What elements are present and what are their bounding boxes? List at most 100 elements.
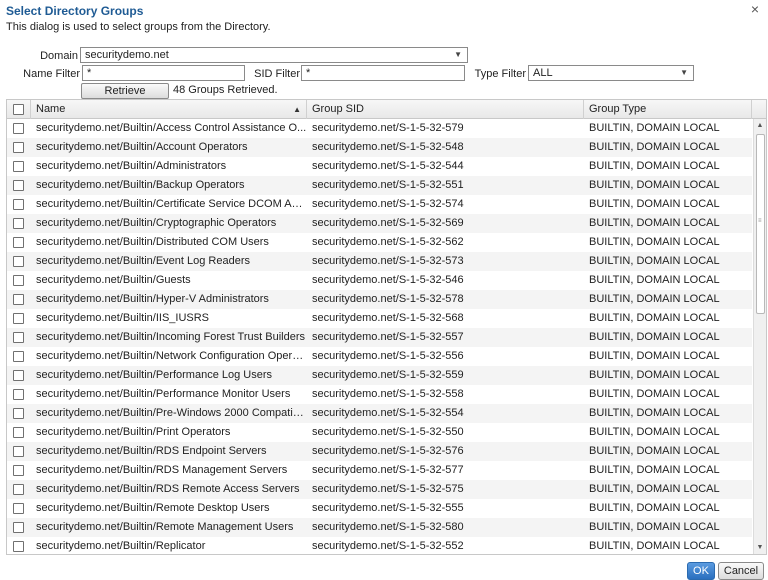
table-row[interactable]: securitydemo.net/Builtin/Remote Manageme…	[7, 518, 752, 537]
retrieved-status: 48 Groups Retrieved.	[173, 84, 278, 96]
sid-filter-input[interactable]: *	[301, 65, 465, 81]
group-name-cell: securitydemo.net/Builtin/Cryptographic O…	[36, 217, 277, 229]
group-sid-cell: securitydemo.net/S-1-5-32-556	[312, 350, 464, 362]
table-row[interactable]: securitydemo.net/Builtin/RDS Endpoint Se…	[7, 442, 752, 461]
table-row[interactable]: securitydemo.net/Builtin/Event Log Reade…	[7, 252, 752, 271]
table-body: securitydemo.net/Builtin/Access Control …	[7, 119, 752, 554]
row-checkbox[interactable]	[13, 503, 24, 514]
group-name-cell: securitydemo.net/Builtin/Network Configu…	[36, 350, 307, 362]
table-row[interactable]: securitydemo.net/Builtin/Access Control …	[7, 119, 752, 138]
scroll-down-icon[interactable]: ▼	[754, 542, 766, 554]
group-sid-cell: securitydemo.net/S-1-5-32-559	[312, 369, 464, 381]
group-name-cell: securitydemo.net/Builtin/Remote Manageme…	[36, 521, 294, 533]
table-row[interactable]: securitydemo.net/Builtin/RDS Remote Acce…	[7, 480, 752, 499]
row-checkbox[interactable]	[13, 484, 24, 495]
group-sid-cell: securitydemo.net/S-1-5-32-576	[312, 445, 464, 457]
domain-value: securitydemo.net	[85, 49, 169, 61]
cancel-button[interactable]: Cancel	[718, 562, 764, 580]
group-type-cell: BUILTIN, DOMAIN LOCAL	[589, 122, 720, 134]
table-row[interactable]: securitydemo.net/Builtin/Backup Operator…	[7, 176, 752, 195]
group-sid-cell: securitydemo.net/S-1-5-32-578	[312, 293, 464, 305]
group-name-cell: securitydemo.net/Builtin/RDS Remote Acce…	[36, 483, 300, 495]
table-row[interactable]: securitydemo.net/Builtin/Administrators s…	[7, 157, 752, 176]
group-type-cell: BUILTIN, DOMAIN LOCAL	[589, 350, 720, 362]
dialog-subtitle: This dialog is used to select groups fro…	[6, 21, 271, 33]
ok-button[interactable]: OK	[687, 562, 715, 580]
group-type-cell: BUILTIN, DOMAIN LOCAL	[589, 160, 720, 172]
close-icon[interactable]: ×	[748, 2, 762, 16]
retrieve-groups-button[interactable]: Retrieve Groups...	[81, 83, 169, 111]
row-checkbox[interactable]	[13, 142, 24, 153]
group-name-cell: securitydemo.net/Builtin/RDS Management …	[36, 464, 288, 476]
row-checkbox[interactable]	[13, 218, 24, 229]
row-checkbox[interactable]	[13, 256, 24, 267]
row-checkbox[interactable]	[13, 446, 24, 457]
row-checkbox[interactable]	[13, 180, 24, 191]
row-checkbox[interactable]	[13, 199, 24, 210]
header-checkbox-cell	[7, 100, 31, 119]
table-row[interactable]: securitydemo.net/Builtin/Print Operators…	[7, 423, 752, 442]
table-row[interactable]: securitydemo.net/Builtin/Cryptographic O…	[7, 214, 752, 233]
group-type-cell: BUILTIN, DOMAIN LOCAL	[589, 426, 720, 438]
row-checkbox[interactable]	[13, 541, 24, 552]
row-checkbox[interactable]	[13, 522, 24, 533]
group-type-cell: BUILTIN, DOMAIN LOCAL	[589, 179, 720, 191]
group-type-cell: BUILTIN, DOMAIN LOCAL	[589, 502, 720, 514]
table-row[interactable]: securitydemo.net/Builtin/Pre-Windows 200…	[7, 404, 752, 423]
row-checkbox[interactable]	[13, 275, 24, 286]
group-sid-cell: securitydemo.net/S-1-5-32-548	[312, 141, 464, 153]
table-row[interactable]: securitydemo.net/Builtin/Distributed COM…	[7, 233, 752, 252]
table-row[interactable]: securitydemo.net/Builtin/Certificate Ser…	[7, 195, 752, 214]
name-filter-input[interactable]: *	[82, 65, 245, 81]
row-checkbox[interactable]	[13, 408, 24, 419]
groups-table: Name ▲ Group SID Group Type securitydemo…	[6, 99, 767, 555]
table-row[interactable]: securitydemo.net/Builtin/Hyper-V Adminis…	[7, 290, 752, 309]
row-checkbox[interactable]	[13, 332, 24, 343]
column-header-group-sid[interactable]: Group SID	[307, 100, 584, 119]
group-sid-cell: securitydemo.net/S-1-5-32-557	[312, 331, 464, 343]
table-row[interactable]: securitydemo.net/Builtin/Remote Desktop …	[7, 499, 752, 518]
group-sid-cell: securitydemo.net/S-1-5-32-579	[312, 122, 464, 134]
vertical-scrollbar[interactable]: ▲ ≡ ▼	[753, 119, 766, 554]
row-checkbox[interactable]	[13, 161, 24, 172]
group-name-cell: securitydemo.net/Builtin/Hyper-V Adminis…	[36, 293, 269, 305]
row-checkbox[interactable]	[13, 313, 24, 324]
table-row[interactable]: securitydemo.net/Builtin/Incoming Forest…	[7, 328, 752, 347]
group-name-cell: securitydemo.net/Builtin/Certificate Ser…	[36, 198, 307, 210]
row-checkbox[interactable]	[13, 370, 24, 381]
group-name-cell: securitydemo.net/Builtin/Event Log Reade…	[36, 255, 251, 267]
row-checkbox[interactable]	[13, 237, 24, 248]
table-row[interactable]: securitydemo.net/Builtin/RDS Management …	[7, 461, 752, 480]
column-header-group-type[interactable]: Group Type	[584, 100, 752, 119]
table-row[interactable]: securitydemo.net/Builtin/Performance Mon…	[7, 385, 752, 404]
domain-label: Domain	[40, 50, 78, 62]
group-name-cell: securitydemo.net/Builtin/Pre-Windows 200…	[36, 407, 307, 419]
row-checkbox[interactable]	[13, 351, 24, 362]
row-checkbox[interactable]	[13, 123, 24, 134]
row-checkbox[interactable]	[13, 389, 24, 400]
type-filter-value: ALL	[533, 67, 553, 79]
group-sid-cell: securitydemo.net/S-1-5-32-555	[312, 502, 464, 514]
table-row[interactable]: securitydemo.net/Builtin/Account Operato…	[7, 138, 752, 157]
table-row[interactable]: securitydemo.net/Builtin/Guests securityd…	[7, 271, 752, 290]
group-name-cell: securitydemo.net/Builtin/Guests	[36, 274, 191, 286]
table-row[interactable]: securitydemo.net/Builtin/Performance Log…	[7, 366, 752, 385]
group-sid-cell: securitydemo.net/S-1-5-32-577	[312, 464, 464, 476]
scroll-up-icon[interactable]: ▲	[754, 120, 766, 132]
name-filter-label: Name Filter	[23, 68, 80, 80]
column-header-name-label: Name	[36, 103, 66, 115]
row-checkbox[interactable]	[13, 294, 24, 305]
row-checkbox[interactable]	[13, 465, 24, 476]
table-row[interactable]: securitydemo.net/Builtin/Replicator secur…	[7, 537, 752, 554]
group-sid-cell: securitydemo.net/S-1-5-32-546	[312, 274, 464, 286]
table-row[interactable]: securitydemo.net/Builtin/IIS_IUSRS securi…	[7, 309, 752, 328]
table-row[interactable]: securitydemo.net/Builtin/Network Configu…	[7, 347, 752, 366]
group-type-cell: BUILTIN, DOMAIN LOCAL	[589, 464, 720, 476]
scroll-thumb[interactable]: ≡	[756, 134, 765, 314]
type-filter-select[interactable]: ALL ▼	[528, 65, 694, 81]
row-checkbox[interactable]	[13, 427, 24, 438]
select-all-checkbox[interactable]	[13, 104, 24, 115]
domain-select[interactable]: securitydemo.net ▼	[80, 47, 468, 63]
column-header-name[interactable]: Name ▲	[31, 100, 307, 119]
group-type-cell: BUILTIN, DOMAIN LOCAL	[589, 312, 720, 324]
